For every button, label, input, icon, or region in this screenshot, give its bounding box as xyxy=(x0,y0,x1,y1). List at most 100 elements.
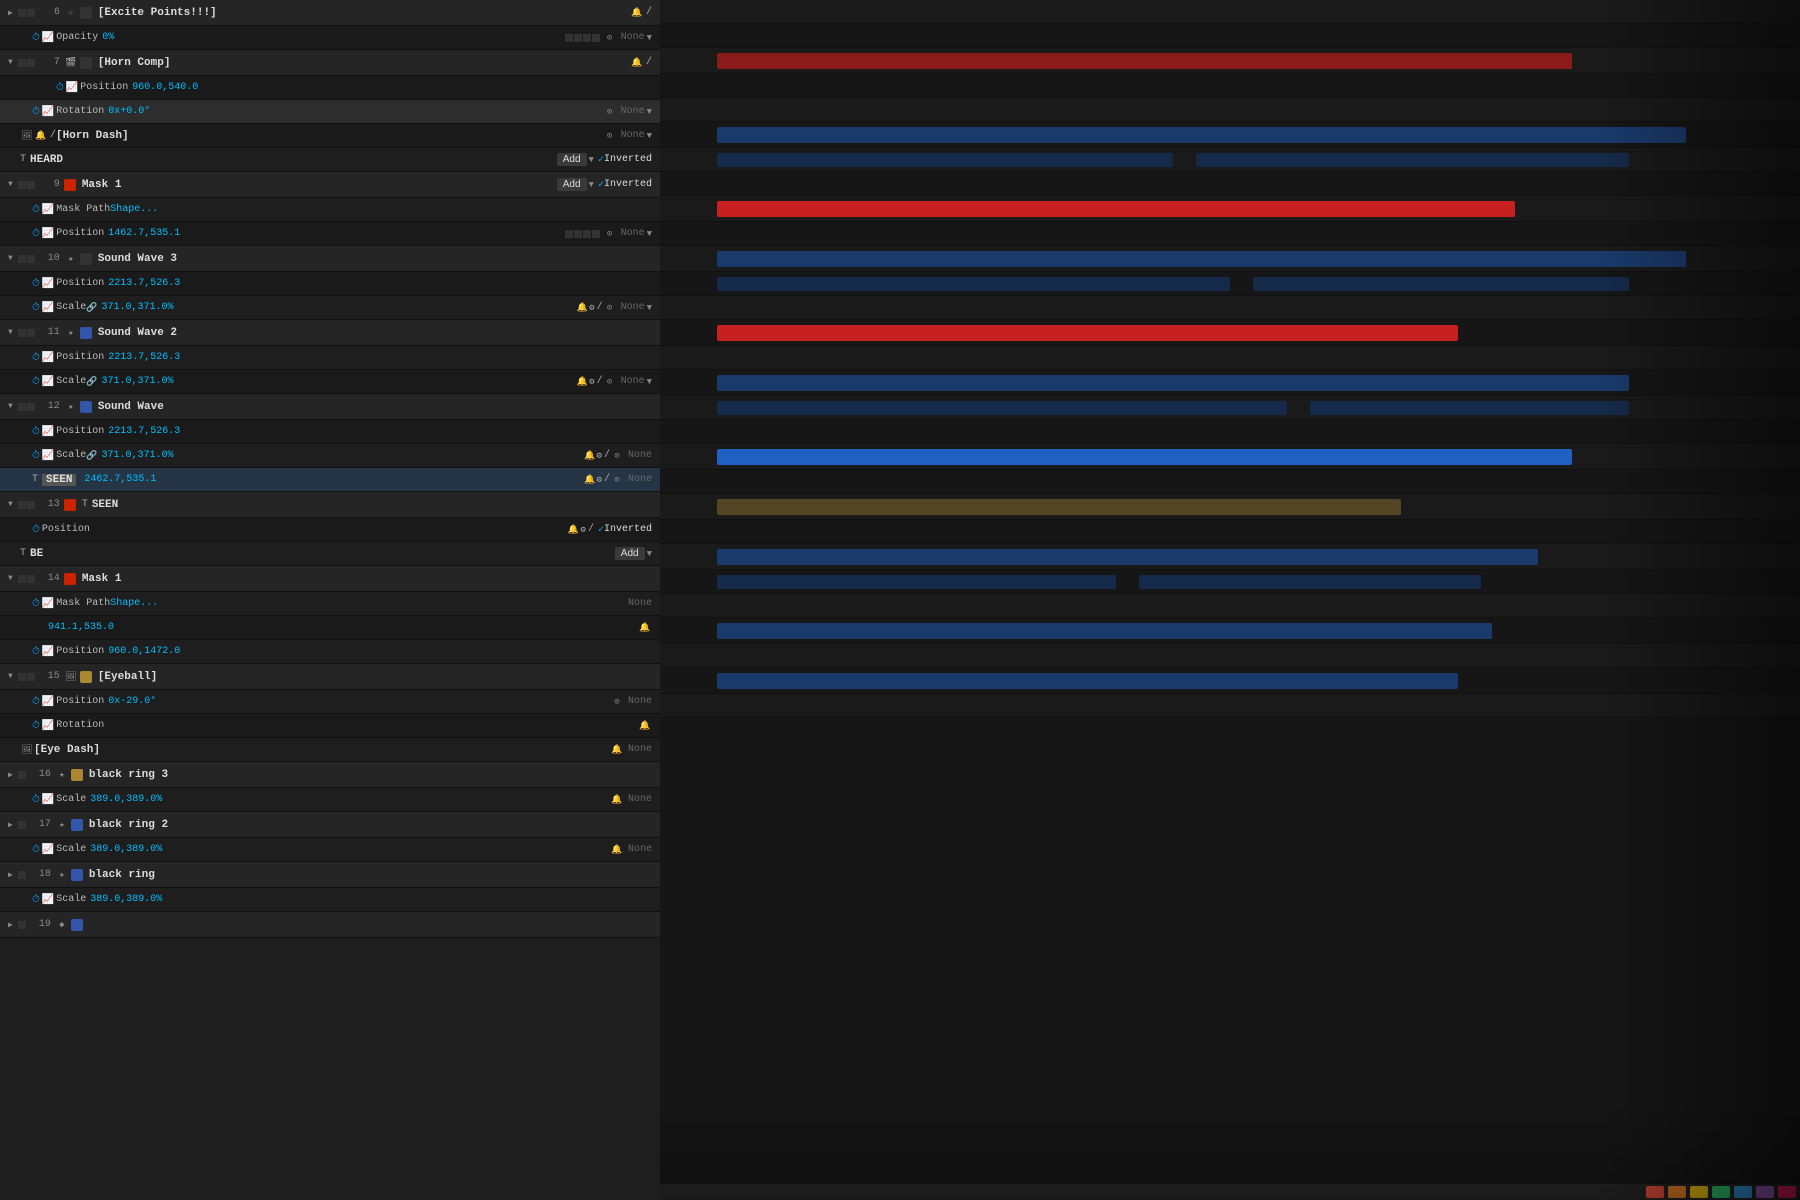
expand-triangle[interactable]: ▼ xyxy=(8,574,13,583)
expand-triangle[interactable]: ▼ xyxy=(8,402,13,411)
prop-value[interactable]: 2213.7,526.3 xyxy=(108,426,180,437)
dropdown-arrow[interactable]: ▼ xyxy=(647,303,652,313)
property-row: ⏱ Position 🔔 ⚙ / ✓ Inverted xyxy=(0,518,660,542)
expand-triangle[interactable]: ▶ xyxy=(8,820,13,830)
prop-value[interactable]: 0% xyxy=(102,32,114,43)
timeline-row xyxy=(660,24,1800,48)
layer-row[interactable]: ▶ 17 ★ black ring 2 xyxy=(0,812,660,838)
star-icon: ★ xyxy=(55,868,69,882)
prop-name: Scale xyxy=(56,302,86,313)
stopwatch-icon[interactable]: ⏱ xyxy=(32,720,40,732)
stopwatch-icon[interactable]: ⏱ xyxy=(32,352,40,364)
scale-value[interactable]: 389.0,389.0% xyxy=(90,894,162,905)
layer-row[interactable]: ▶ 19 ◆ xyxy=(0,912,660,938)
layer-row[interactable]: ▼ 15 🖼 [Eyeball] xyxy=(0,664,660,690)
color-swatch xyxy=(80,253,92,265)
none-label: None xyxy=(628,450,652,461)
color-chip-yellow xyxy=(1690,1186,1708,1198)
prop-name: Position xyxy=(80,82,128,93)
stopwatch-icon[interactable]: ⏱ xyxy=(32,844,40,856)
timeline-row xyxy=(660,370,1800,396)
stopwatch-icon[interactable]: ⏱ xyxy=(32,450,40,462)
layer-row[interactable]: 🖼 [Eye Dash] 🔔 None xyxy=(0,738,660,762)
text-icon: T xyxy=(32,474,38,485)
rotation-value[interactable]: 0x+0.0° xyxy=(108,106,150,117)
dropdown-arrow[interactable]: ▼ xyxy=(589,155,594,165)
easing-icon: ⊙ xyxy=(610,695,624,709)
scale-value[interactable]: 371.0,371.0% xyxy=(102,302,174,313)
property-row: ⏱ 📈 Scale 🔗 371.0,371.0% 🔔 ⚙ / ⊙ None ▼ xyxy=(0,296,660,320)
layer-name: HEARD xyxy=(30,154,63,166)
timeline-bar xyxy=(717,127,1686,143)
scale-value[interactable]: 371.0,371.0% xyxy=(102,450,174,461)
scale-value[interactable]: 389.0,389.0% xyxy=(90,794,162,805)
dropdown-arrow[interactable]: ▼ xyxy=(647,33,652,43)
dropdown-arrow[interactable]: ▼ xyxy=(647,549,652,559)
dropdown-arrow[interactable]: ▼ xyxy=(647,377,652,387)
stopwatch-icon[interactable]: ⏱ xyxy=(32,302,40,314)
layer-row[interactable]: ▼ 13 T SEEN xyxy=(0,492,660,518)
stopwatch-icon[interactable]: ⏱ xyxy=(32,106,40,118)
stopwatch-icon[interactable]: ⏱ xyxy=(32,376,40,388)
dropdown-arrow[interactable]: ▼ xyxy=(589,180,594,190)
expand-triangle[interactable]: ▶ xyxy=(8,870,13,880)
stopwatch-icon[interactable]: ⏱ xyxy=(32,32,40,44)
stopwatch-icon[interactable]: ⏱ xyxy=(32,524,40,536)
prop-value[interactable]: 0x-29.0° xyxy=(108,696,156,707)
expand-triangle[interactable]: ▼ xyxy=(8,328,13,337)
add-button[interactable]: Add xyxy=(615,547,645,560)
text-type-icon: T xyxy=(82,499,88,510)
stopwatch-icon[interactable]: ⏱ xyxy=(32,696,40,708)
prop-value[interactable]: 1462.7,535.1 xyxy=(108,228,180,239)
layer-row[interactable]: T HEARD Add ▼ ✓ Inverted xyxy=(0,148,660,172)
property-row: ⏱ 📈 Position 2213.7,526.3 xyxy=(0,346,660,370)
layer-row[interactable]: ▼ 11 ★ Sound Wave 2 xyxy=(0,320,660,346)
marker-icon: 🔔 xyxy=(638,621,652,635)
layer-row[interactable]: ▼ 7 🎬 [Horn Comp] 🔔 / xyxy=(0,50,660,76)
prop-value[interactable]: 960.0,1472.0 xyxy=(108,646,180,657)
expand-triangle[interactable]: ▶ xyxy=(8,920,13,930)
expand-triangle[interactable]: ▼ xyxy=(8,672,13,681)
stopwatch-icon[interactable]: ⏱ xyxy=(32,228,40,240)
add-button[interactable]: Add xyxy=(557,178,587,191)
prop-value[interactable]: 960.0,540.0 xyxy=(132,82,198,93)
stopwatch-icon[interactable]: ⏱ xyxy=(32,794,40,806)
layer-row[interactable]: T BE Add ▼ xyxy=(0,542,660,566)
expand-triangle[interactable]: ▶ xyxy=(8,8,13,18)
layer-row[interactable]: ▼ 14 Mask 1 xyxy=(0,566,660,592)
expand-triangle[interactable]: ▶ xyxy=(8,770,13,780)
dropdown-arrow[interactable]: ▼ xyxy=(647,107,652,117)
stopwatch-icon[interactable]: ⏱ xyxy=(32,894,40,906)
expand-triangle[interactable]: ▼ xyxy=(8,254,13,263)
prop-value[interactable]: 941.1,535.0 xyxy=(48,622,114,633)
scale-value[interactable]: 371.0,371.0% xyxy=(102,376,174,387)
stopwatch-icon[interactable]: ⏱ xyxy=(32,646,40,658)
scale-value[interactable]: 389.0,389.0% xyxy=(90,844,162,855)
layer-row[interactable]: ▶ 6 ☆ [Excite Points!!!] 🔔 / xyxy=(0,0,660,26)
layer-row[interactable]: ▶ 16 ★ black ring 3 xyxy=(0,762,660,788)
stopwatch-icon[interactable]: ⏱ xyxy=(32,204,40,216)
prop-value[interactable]: 2213.7,526.3 xyxy=(108,352,180,363)
expand-triangle[interactable]: ▼ xyxy=(8,180,13,189)
easing-icon: ⊙ xyxy=(603,129,617,143)
layer-row[interactable]: ▼ 12 ★ Sound Wave xyxy=(0,394,660,420)
expand-triangle[interactable]: ▼ xyxy=(8,500,13,509)
stopwatch-icon[interactable]: ⏱ xyxy=(32,278,40,290)
expand-triangle[interactable]: ▼ xyxy=(8,58,13,67)
add-button[interactable]: Add xyxy=(557,153,587,166)
dropdown-arrow[interactable]: ▼ xyxy=(647,131,652,141)
stopwatch-icon[interactable]: ⏱ xyxy=(32,426,40,438)
dropdown-arrow[interactable]: ▼ xyxy=(647,229,652,239)
stopwatch-icon[interactable]: ⏱ xyxy=(32,598,40,610)
shape-value[interactable]: Shape... xyxy=(110,598,158,609)
property-row: ⏱ 📈 Mask Path Shape... xyxy=(0,198,660,222)
timeline-row xyxy=(660,172,1800,196)
layer-row[interactable]: 🖼 🔔 / [Horn Dash] ⊙ None ▼ xyxy=(0,124,660,148)
layer-row[interactable]: ▼ 10 ★ Sound Wave 3 xyxy=(0,246,660,272)
layer-row[interactable]: ▶ 18 ★ black ring xyxy=(0,862,660,888)
shape-value[interactable]: Shape... xyxy=(110,204,158,215)
prop-value[interactable]: 2213.7,526.3 xyxy=(108,278,180,289)
layer-row[interactable]: ▼ 9 Mask 1 Add ▼ ✓ Inverted xyxy=(0,172,660,198)
seen-value[interactable]: 2462.7,535.1 xyxy=(84,474,156,485)
stopwatch-icon[interactable]: ⏱ xyxy=(56,82,64,94)
